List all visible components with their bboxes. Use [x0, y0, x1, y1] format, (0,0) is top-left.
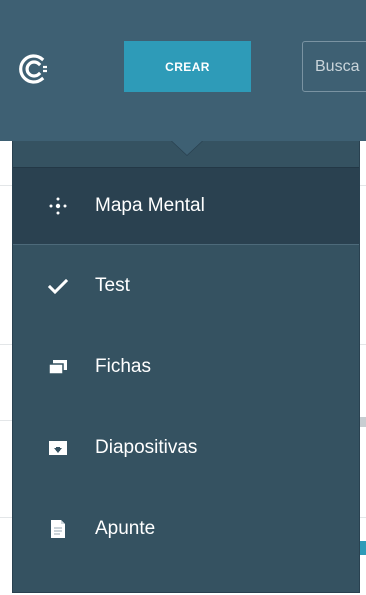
menu-item-test[interactable]: Test — [13, 245, 359, 326]
mindmap-icon — [47, 195, 69, 217]
dropdown-caret — [172, 141, 202, 155]
search-input[interactable] — [302, 41, 366, 92]
note-icon — [47, 518, 69, 540]
top-navigation-bar: CREAR — [0, 0, 366, 141]
flashcards-icon — [47, 356, 69, 378]
create-button[interactable]: CREAR — [124, 41, 251, 92]
checkmark-icon — [47, 275, 69, 297]
slides-icon — [47, 437, 69, 459]
menu-item-label: Mapa Mental — [95, 195, 205, 216]
menu-item-label: Test — [95, 274, 130, 296]
menu-item-flashcards[interactable]: Fichas — [13, 326, 359, 407]
menu-item-label: Diapositivas — [95, 436, 198, 458]
menu-item-note[interactable]: Apunte — [13, 488, 359, 569]
app-logo-icon[interactable] — [18, 53, 50, 85]
create-menu-list: Mapa Mental Test Fichas Diapositivas Apu… — [13, 167, 359, 569]
page: CREAR Mapa Mental — [0, 0, 366, 595]
menu-item-slides[interactable]: Diapositivas — [13, 407, 359, 488]
menu-item-label: Apunte — [95, 517, 156, 539]
menu-item-mind-map[interactable]: Mapa Mental — [13, 167, 359, 245]
menu-item-label: Fichas — [95, 355, 151, 377]
